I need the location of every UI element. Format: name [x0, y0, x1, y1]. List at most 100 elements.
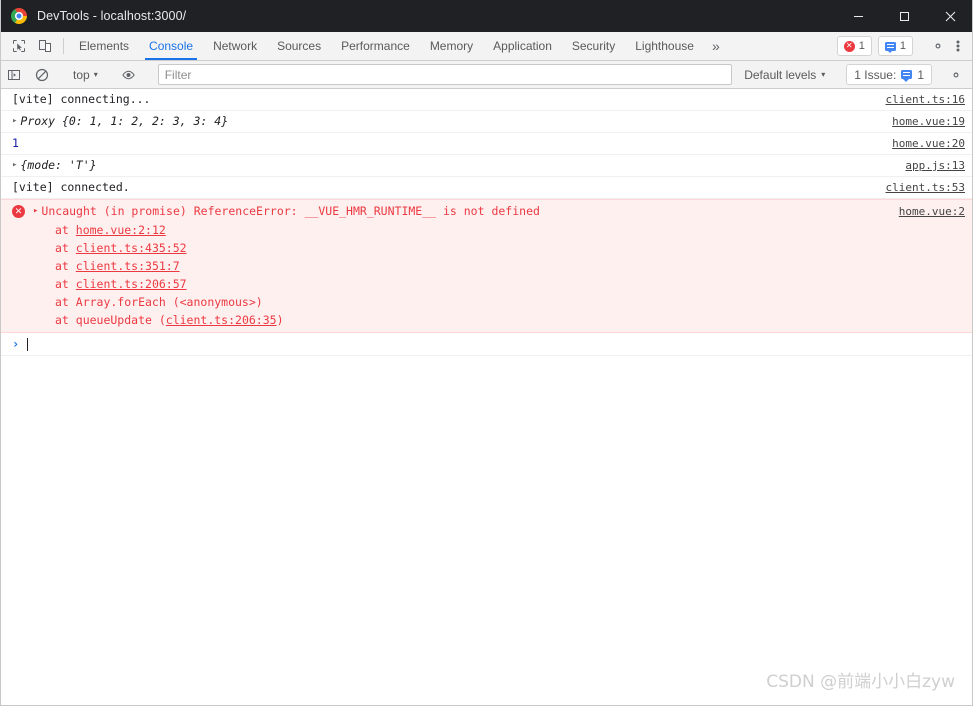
error-count: 1 [858, 40, 865, 52]
stack-frame: at Array.forEach (<anonymous>) [0, 293, 965, 311]
expand-arrow-icon[interactable]: ▸ [33, 202, 38, 221]
kebab-menu-icon[interactable] [949, 39, 967, 53]
filter-placeholder: Filter [164, 67, 192, 82]
tab-application[interactable]: Application [483, 32, 562, 60]
log-message: {mode: 'T'} [20, 158, 97, 172]
stack-frame-link[interactable]: home.vue:2:12 [76, 223, 166, 237]
console-sidebar-icon[interactable] [0, 68, 28, 82]
stack-frame-link[interactable]: client.ts:206:57 [76, 277, 187, 291]
log-row-vite-connecting[interactable]: [vite] connecting... client.ts:16 [0, 89, 973, 111]
log-source-link[interactable]: client.ts:53 [870, 177, 965, 198]
log-row-proxy[interactable]: ▸ Proxy {0: 1, 1: 2, 2: 3, 3: 4} home.vu… [0, 111, 973, 133]
device-toolbar-icon[interactable] [32, 32, 58, 60]
execution-context-select[interactable]: top ▾ [67, 65, 104, 84]
console-prompt[interactable]: › [0, 333, 973, 356]
tab-lighthouse[interactable]: Lighthouse [625, 32, 704, 60]
error-source-link[interactable]: home.vue:2 [883, 202, 965, 221]
tab-label: Lighthouse [635, 39, 694, 53]
tab-label: Console [149, 39, 194, 53]
message-count: 1 [899, 40, 906, 52]
devtools-tabstrip: Elements Console Network Sources Perform… [0, 32, 973, 61]
log-source-link[interactable]: home.vue:19 [876, 111, 965, 132]
tab-label: Memory [429, 39, 474, 53]
stack-frame: at client.ts:351:7 [0, 257, 965, 275]
log-message: [vite] connected. [12, 180, 130, 194]
log-message: Proxy {0: 1, 1: 2, 2: 3, 3: 4} [20, 114, 229, 128]
minimize-button[interactable] [835, 0, 881, 32]
text-cursor [27, 337, 29, 351]
gear-icon[interactable] [945, 68, 967, 82]
log-message: [vite] connecting... [12, 92, 151, 106]
stack-frame-prefix: at [55, 259, 76, 273]
watermark: CSDN @前端小小白zyw [766, 672, 955, 692]
stack-frame-link[interactable]: client.ts:206:35 [166, 313, 277, 327]
error-header: ✕ ▸ Uncaught (in promise) ReferenceError… [0, 202, 965, 221]
error-message: Uncaught (in promise) ReferenceError: __… [41, 204, 540, 218]
log-source-link[interactable]: app.js:13 [889, 155, 965, 176]
issues-button[interactable]: 1 Issue: 1 [846, 64, 932, 85]
log-row-vite-connected[interactable]: [vite] connected. client.ts:53 [0, 177, 973, 199]
devtools-window: DevTools - localhost:3000/ Elements Cons… [0, 0, 973, 706]
chevron-down-icon: ▾ [821, 69, 826, 79]
tab-label: Application [493, 39, 552, 53]
stack-frame: at client.ts:435:52 [0, 239, 965, 257]
issues-label: 1 Issue: [854, 67, 897, 82]
stack-frame-prefix: at queueUpdate ( [55, 313, 166, 327]
tab-elements[interactable]: Elements [69, 32, 139, 60]
message-icon [884, 41, 896, 53]
stack-frame-link[interactable]: client.ts:435:52 [76, 241, 187, 255]
stack-frame-prefix: at [55, 241, 76, 255]
error-circle-icon: ✕ [12, 205, 25, 218]
log-row-mode-object[interactable]: ▸ {mode: 'T'} app.js:13 [0, 155, 973, 177]
stack-frame-link[interactable]: client.ts:351:7 [76, 259, 180, 273]
live-expression-eye-icon[interactable] [115, 68, 143, 82]
tab-security[interactable]: Security [562, 32, 625, 60]
error-count-badge[interactable]: ✕ 1 [836, 36, 872, 56]
tab-network[interactable]: Network [203, 32, 267, 60]
stack-frame: at client.ts:206:57 [0, 275, 965, 293]
title-bar: DevTools - localhost:3000/ [0, 0, 973, 32]
tab-sources[interactable]: Sources [267, 32, 331, 60]
stack-frame-suffix: ) [276, 313, 284, 327]
window-title: DevTools - localhost:3000/ [37, 9, 187, 23]
prompt-caret-icon: › [12, 337, 20, 351]
console-log-area[interactable]: [vite] connecting... client.ts:16 ▸ Prox… [0, 89, 973, 706]
chevron-down-icon: ▾ [93, 69, 98, 79]
expand-arrow-icon[interactable]: ▸ [12, 155, 17, 176]
tab-label: Sources [277, 39, 322, 53]
stack-frame: at home.vue:2:12 [0, 221, 965, 239]
log-source-link[interactable]: client.ts:16 [870, 89, 965, 110]
maximize-button[interactable] [881, 0, 927, 32]
console-error-entry[interactable]: ✕ ▸ Uncaught (in promise) ReferenceError… [0, 199, 973, 333]
stack-frame-prefix: at [55, 277, 76, 291]
more-tabs-button[interactable]: » [704, 32, 728, 60]
tab-label: Security [571, 39, 616, 53]
console-toolbar: top ▾ Filter Default levels ▾ 1 Issue: 1 [0, 61, 973, 89]
stack-frame-prefix: at Array.forEach (<anonymous>) [55, 295, 263, 309]
expand-arrow-icon[interactable]: ▸ [12, 111, 17, 132]
window-controls [835, 0, 973, 32]
error-circle-icon: ✕ [843, 40, 855, 52]
inspect-element-icon[interactable] [6, 32, 32, 60]
tab-console[interactable]: Console [139, 32, 203, 60]
tab-label: Performance [341, 39, 410, 53]
log-message: 1 [12, 136, 19, 150]
tab-label: Network [213, 39, 258, 53]
issues-count: 1 [917, 67, 924, 82]
log-row-number[interactable]: 1 home.vue:20 [0, 133, 973, 155]
stack-frame: at queueUpdate (client.ts:206:35) [0, 311, 965, 329]
stack-frame-prefix: at [55, 223, 76, 237]
close-button[interactable] [927, 0, 973, 32]
tab-label: Elements [79, 39, 130, 53]
tab-memory[interactable]: Memory [420, 32, 483, 60]
message-icon [901, 70, 913, 82]
log-source-link[interactable]: home.vue:20 [876, 133, 965, 154]
filter-input[interactable]: Filter [157, 64, 733, 85]
message-count-badge[interactable]: 1 [877, 36, 913, 56]
tab-performance[interactable]: Performance [331, 32, 420, 60]
log-levels-select[interactable]: Default levels ▾ [736, 68, 833, 82]
execution-context-value: top [73, 67, 90, 82]
log-levels-value: Default levels [744, 67, 817, 82]
gear-icon[interactable] [927, 39, 949, 53]
clear-console-icon[interactable] [28, 68, 56, 82]
